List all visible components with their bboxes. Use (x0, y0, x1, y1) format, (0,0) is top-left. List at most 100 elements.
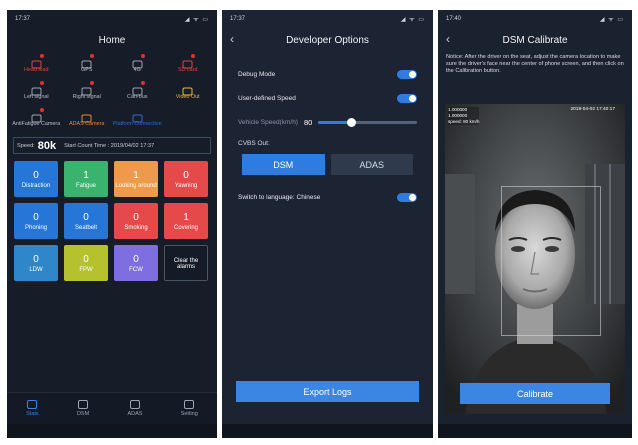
alarm-label: LDW (29, 266, 43, 273)
alarm-tile[interactable]: 0 LDW (14, 245, 58, 281)
user-speed-row: User-defined Speed (222, 86, 433, 110)
nav-item-dsm[interactable]: DSM (77, 400, 89, 417)
alarm-tile[interactable]: 0 Phoning (14, 203, 58, 239)
nav-item-setting[interactable]: Setting (181, 400, 198, 417)
alarm-count: 0 (183, 169, 189, 181)
platform-icon (132, 110, 143, 123)
alarm-tile[interactable]: 0 Yawning (164, 161, 208, 197)
alarm-tile[interactable]: 0 Smoking (114, 203, 158, 239)
alarm-count: 1 (133, 169, 139, 181)
user-speed-toggle[interactable] (397, 93, 417, 103)
status-bar: 17:37 ◢ ᯤ ▭ (7, 10, 217, 28)
start-count-time: Start Count Time : 2019/04/02 17:37 (64, 142, 155, 149)
status-item: Head lead (11, 54, 62, 78)
sdcard-icon (182, 54, 196, 69)
alarm-count: 1 (83, 169, 89, 181)
left-signal-icon (31, 81, 44, 96)
camera-speed: speed: 80 km/h (448, 119, 480, 124)
alarm-tile[interactable]: 0 FPW (64, 245, 108, 281)
system-bar (222, 424, 433, 438)
alarm-count: 1 (183, 211, 189, 223)
calibrate-button[interactable]: Calibrate (460, 383, 610, 404)
slider-knob[interactable] (346, 117, 356, 127)
system-bar (438, 424, 632, 438)
alarm-count: 0 (133, 211, 139, 223)
alarm-count: 0 (33, 169, 39, 181)
slider-fill (318, 120, 351, 124)
status-icon-grid: Head lead GPS 4G SD card Left signal Right si… (7, 52, 217, 132)
home-screen: 17:37 ◢ ᯤ ▭ Home Head lead GPS 4G SD card Le… (7, 10, 217, 438)
page-title-bar: Home (7, 28, 217, 52)
screenshot-collage: 17:37 ◢ ᯤ ▭ Home Head lead GPS 4G SD card Le… (0, 0, 638, 445)
vehicle-speed-label: Vehicle Speed(km/h) (238, 118, 298, 126)
status-icons: ◢ ᯤ ▭ (184, 17, 209, 23)
nav-item-adas[interactable]: ADAS (127, 400, 142, 417)
alarm-tile[interactable]: 0 Distraction (14, 161, 58, 197)
nav-item-label: Stats (26, 411, 39, 417)
vehicle-speed-slider[interactable] (318, 117, 417, 127)
alarm-label: Distraction (21, 182, 51, 189)
status-bar: 17:40 ◢ ᯤ ▭ (438, 10, 632, 28)
status-bar: 17:37 ◢ ᯤ ▭ (222, 10, 433, 28)
dsm-option-button[interactable]: DSM (242, 154, 325, 175)
cvbs-out-label: CVBS Out: (238, 140, 270, 147)
alarm-count: 0 (133, 253, 139, 265)
camera-timestamp: 2019-04-02 17:40:17 (570, 107, 615, 112)
video-out-icon (182, 83, 193, 96)
stats-icon (27, 400, 38, 409)
debug-mode-toggle[interactable] (397, 69, 417, 79)
alarm-count: 0 (33, 253, 39, 265)
status-item: Can-bus (112, 81, 163, 105)
canbus-icon (132, 81, 145, 96)
status-icons: ◢ ᯤ ▭ (599, 17, 624, 23)
language-row: Switch to language: Chinese (222, 185, 433, 209)
back-arrow-icon[interactable]: ‹ (446, 32, 450, 46)
status-time: 17:37 (230, 16, 246, 22)
status-item: GPS (62, 54, 113, 78)
dsm-icon (78, 400, 89, 409)
dsm-calibrate-screen: 17:40 ◢ ᯤ ▭ ‹ DSM Calibrate Notice: Afte… (438, 10, 632, 438)
developer-options-screen: 17:37 ◢ ᯤ ▭ ‹ Developer Options Debug Mo… (222, 10, 433, 438)
alarm-tile[interactable]: 1 Fatigue (64, 161, 108, 197)
alarm-count: 0 (83, 253, 89, 265)
page-title: Home (98, 34, 126, 46)
status-item: 4G (112, 54, 163, 78)
language-toggle[interactable] (397, 192, 417, 202)
alarm-label: Smoking (124, 224, 148, 231)
alarm-label: Seatbelt (74, 224, 98, 231)
alarm-label: Looking around (115, 182, 157, 189)
alarm-tile[interactable]: 1 Looking around (114, 161, 158, 197)
alarm-label: FCW (129, 266, 143, 273)
alarm-tile[interactable]: 0 FCW (114, 245, 158, 281)
status-item: Video Out (163, 83, 214, 105)
nav-item-label: Setting (180, 411, 198, 417)
nav-item-stats[interactable]: Stats (26, 400, 39, 417)
debug-mode-label: Debug Mode (238, 70, 276, 78)
page-title: Developer Options (286, 34, 369, 46)
export-logs-button[interactable]: Export Logs (236, 381, 419, 402)
speed-bar: Speed: 80k Start Count Time : 2019/04/02… (13, 137, 211, 154)
page-title-bar: ‹ DSM Calibrate (438, 28, 632, 52)
speed-label: Speed: (17, 142, 35, 149)
alarm-tile[interactable]: 1 Covering (164, 203, 208, 239)
status-item: Right signal (62, 81, 113, 105)
back-arrow-icon[interactable]: ‹ (230, 32, 234, 46)
alarm-label: Clear the alarms (173, 258, 199, 270)
system-bar (7, 424, 217, 438)
alarm-tile[interactable]: 0 Seatbelt (64, 203, 108, 239)
alarm-label: Yawning (174, 182, 198, 189)
nav-item-label: ADAS (127, 411, 143, 417)
camera-icon (31, 108, 44, 123)
adas-camera-icon (81, 110, 92, 123)
status-item: Left signal (11, 81, 62, 105)
camera-overlay-info: 1.000000 1.000000 speed: 80 km/h (448, 107, 480, 125)
status-item: Platform Connection (112, 110, 163, 132)
adas-option-button[interactable]: ADAS (330, 154, 413, 175)
user-speed-label: User-defined Speed (238, 94, 296, 102)
status-icons: ◢ ᯤ ▭ (400, 17, 425, 23)
clear-alarms-button[interactable]: Clear the alarms (164, 245, 208, 281)
camera-preview: 1.000000 1.000000 speed: 80 km/h 2019-04… (445, 104, 625, 414)
alarm-label: Phoning (24, 224, 48, 231)
vehicle-speed-value: 80 (303, 117, 313, 127)
status-item: ADAS Camera (62, 110, 113, 132)
